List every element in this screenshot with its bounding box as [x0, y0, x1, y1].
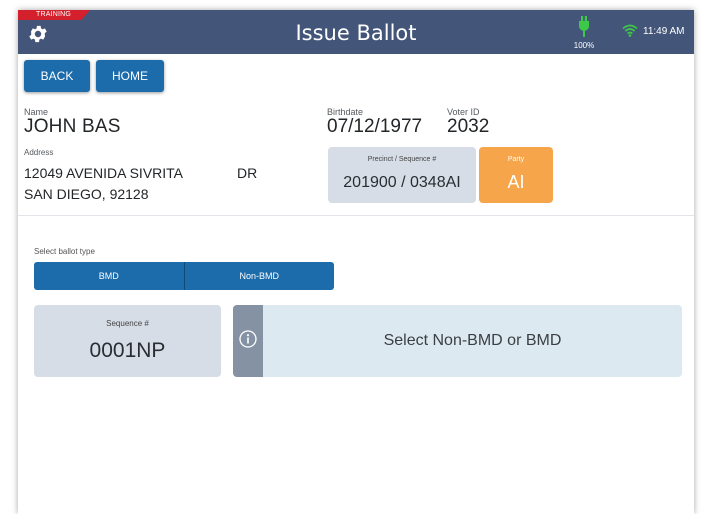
voter-name: JOHN BAS	[24, 116, 121, 137]
section-divider	[18, 215, 694, 216]
ballot-type-label: Select ballot type	[34, 247, 95, 256]
message-text: Select Non-BMD or BMD	[383, 332, 562, 349]
sequence-card: Sequence # 0001NP	[34, 305, 221, 377]
bmd-option-button[interactable]: BMD	[34, 262, 184, 290]
sequence-label: Sequence #	[106, 319, 149, 328]
battery-charging-icon	[579, 16, 589, 37]
ballot-type-selector: BMD Non-BMD	[34, 262, 334, 290]
party-label: Party	[507, 156, 525, 163]
address-label: Address	[24, 148, 54, 157]
header-bar: TRAINING Issue Ballot 100% 11:49 AM	[18, 10, 694, 54]
party-card: Party AI	[479, 147, 553, 203]
precinct-label: Precinct / Sequence #	[367, 156, 437, 163]
voter-id-value: 2032	[447, 116, 490, 137]
precinct-card: Precinct / Sequence # 201900 / 0348AI	[328, 147, 476, 203]
battery-status: 100%	[569, 16, 599, 50]
birthdate-value: 07/12/1977	[327, 116, 423, 137]
wifi-icon	[622, 24, 638, 42]
sequence-value: 0001NP	[89, 339, 166, 362]
address-street-suffix: DR	[237, 165, 258, 181]
home-button[interactable]: HOME	[96, 60, 164, 92]
party-value: AI	[507, 172, 525, 192]
issue-ballot-screen: TRAINING Issue Ballot 100% 11:49 AM BACK…	[18, 10, 694, 514]
non-bmd-option-button[interactable]: Non-BMD	[183, 262, 334, 290]
back-button[interactable]: BACK	[24, 60, 90, 92]
instruction-message: Select Non-BMD or BMD	[233, 305, 682, 377]
battery-level: 100%	[573, 41, 595, 50]
info-icon	[239, 330, 257, 348]
clock: 11:49 AM	[643, 26, 685, 37]
message-icon-strip	[233, 305, 263, 377]
precinct-value: 201900 / 0348AI	[343, 174, 461, 191]
address-line-1: 12049 AVENIDA SIVRITA	[24, 165, 184, 181]
address-line-2: SAN DIEGO, 92128	[24, 186, 149, 202]
